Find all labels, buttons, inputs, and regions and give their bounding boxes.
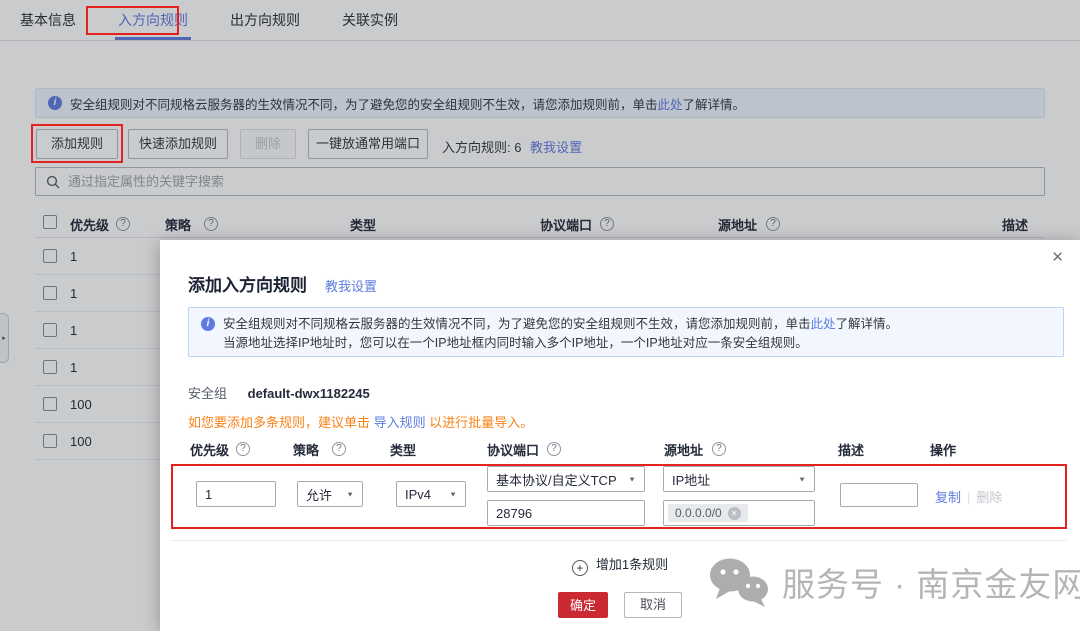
policy-select[interactable]: 允许▼ [297,481,363,507]
row-operations: 复制|删除 [935,487,1002,506]
ip-tag: 0.0.0.0/0 ✕ [668,504,748,522]
help-icon: ? [332,440,346,456]
dialog-info-banner: i 安全组规则对不同规格云服务器的生效情况不同，为了避免您的安全组规则不生效，请… [188,307,1064,357]
dialog-title: 添加入方向规则 [188,271,307,296]
dialog-info-text: 安全组规则对不同规格云服务器的生效情况不同，为了避免您的安全组规则不生效，请您添… [223,315,898,356]
remove-tag-icon[interactable]: ✕ [728,507,741,520]
add-one-rule-button[interactable]: +增加1条规则 [160,554,1080,576]
here-link[interactable]: 此处 [811,317,836,331]
help-icon: ? [547,440,561,456]
security-group-label: 安全组 [188,386,227,401]
description-input[interactable] [840,483,918,507]
source-type-select[interactable]: IP地址▼ [663,466,815,492]
type-select[interactable]: IPv4▼ [396,481,466,507]
priority-input[interactable] [196,481,276,507]
help-icon: ? [236,440,250,456]
form-col-protocol: 协议端口 [487,440,539,459]
info-icon: i [201,317,215,331]
row-divider [171,540,1067,541]
delete-link: 删除 [976,490,1002,505]
close-icon[interactable]: ✕ [1051,250,1064,265]
form-col-priority: 优先级 [190,440,229,459]
form-col-description: 描述 [838,440,864,459]
chevron-down-icon: ▼ [346,490,354,498]
import-rules-link[interactable]: 导入规则 [374,415,426,430]
chevron-down-icon: ▼ [449,490,457,498]
form-col-policy: 策略 [293,440,319,459]
ok-button[interactable]: 确定 [558,592,608,618]
source-ip-input[interactable]: 0.0.0.0/0 ✕ [663,500,815,526]
form-col-type: 类型 [390,440,416,459]
security-group-value: default-dwx1182245 [248,386,370,401]
batch-import-tip: 如您要添加多条规则，建议单击 导入规则 以进行批量导入。 [188,412,533,431]
chevron-down-icon: ▼ [798,475,806,483]
cancel-button[interactable]: 取消 [624,592,682,618]
port-input[interactable] [487,500,645,526]
plus-icon: + [572,560,588,576]
protocol-select[interactable]: 基本协议/自定义TCP▼ [487,466,645,492]
form-col-source: 源地址 [664,440,703,459]
dialog-teach-me-link[interactable]: 教我设置 [325,276,377,295]
help-icon: ? [712,440,726,456]
form-col-operation: 操作 [930,440,956,459]
copy-link[interactable]: 复制 [935,490,961,505]
security-group-row: 安全组 default-dwx1182245 [188,383,370,402]
chevron-down-icon: ▼ [628,475,636,483]
add-inbound-rule-dialog: ✕ 添加入方向规则 教我设置 i 安全组规则对不同规格云服务器的生效情况不同，为… [160,240,1080,631]
